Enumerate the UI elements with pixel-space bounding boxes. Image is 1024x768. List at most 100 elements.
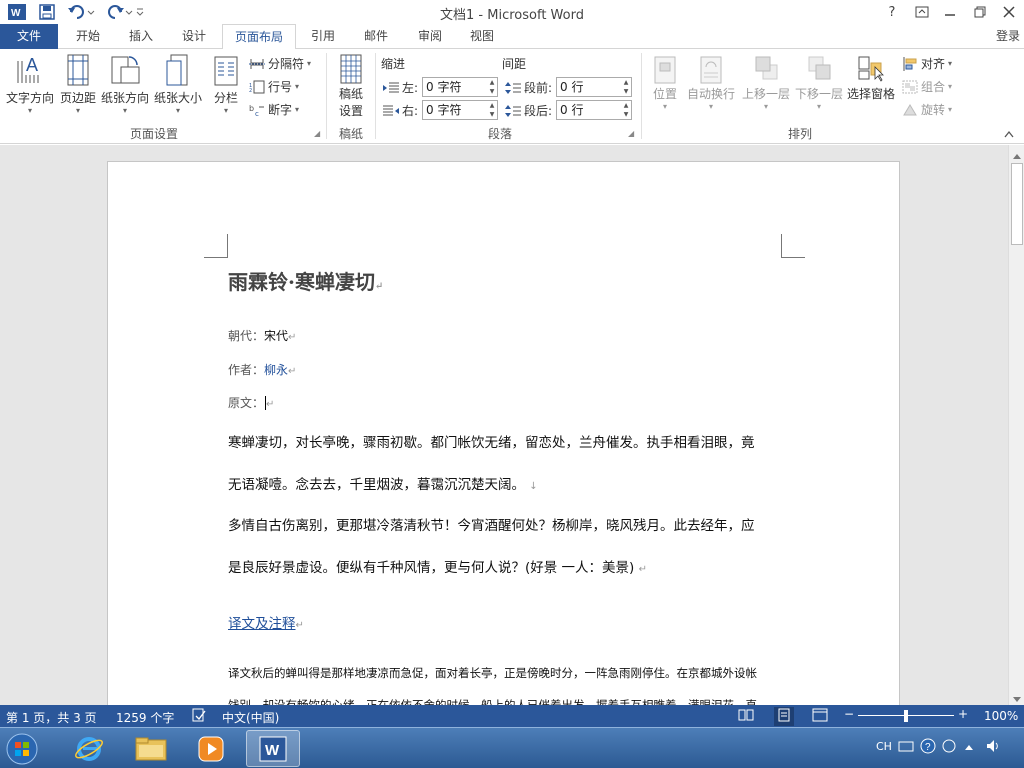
- align-button[interactable]: 对齐 ▾: [902, 55, 952, 72]
- ribbon-page-layout: A 文字方向 ▾ 页边距 ▾ 纸张方向 ▾ 纸张大小 ▾ 分栏 ▾ 分隔符 ▾ 1…: [0, 49, 1024, 144]
- position-label: 位置: [652, 87, 677, 101]
- page-setup-dialog-launcher-icon[interactable]: ◢: [314, 129, 320, 138]
- paragraph-dialog-launcher-icon[interactable]: ◢: [628, 129, 634, 138]
- web-layout-icon[interactable]: [812, 708, 828, 725]
- zoom-level[interactable]: 100%: [984, 709, 1018, 723]
- breaks-button[interactable]: 分隔符 ▾: [249, 55, 311, 72]
- spin-arrows-icon[interactable]: ▲ ▼: [621, 78, 631, 96]
- hyphenation-label: 断字: [268, 103, 293, 117]
- word-taskbar-icon[interactable]: W: [246, 730, 300, 767]
- start-button[interactable]: [0, 730, 44, 767]
- keyboard-icon[interactable]: [898, 739, 914, 756]
- indent-left-label: 左:: [383, 79, 418, 96]
- document-page[interactable]: 雨霖铃·寒蝉凄切↵ 朝代：宋代↵ 作者：柳永↵ 原文：​↵ 寒蝉凄切，对长亭晚，…: [107, 161, 900, 705]
- file-explorer-icon[interactable]: [124, 730, 178, 767]
- hyphenation-button[interactable]: bc 断字 ▾: [249, 101, 299, 118]
- taskbar: W CH ?: [0, 727, 1024, 768]
- tab-layout[interactable]: 页面布局: [222, 24, 296, 50]
- tab-references[interactable]: 引用: [300, 24, 346, 49]
- vertical-scrollbar[interactable]: [1008, 145, 1024, 705]
- word-count[interactable]: 1259 个字: [116, 709, 174, 726]
- close-button[interactable]: [997, 2, 1021, 22]
- wrap-text-button[interactable]: 自动换行 ▾: [684, 53, 738, 111]
- margins-label: 页边距: [59, 91, 96, 105]
- bring-forward-button[interactable]: 上移一层 ▾: [740, 53, 792, 111]
- orientation-button[interactable]: 纸张方向 ▾: [100, 53, 150, 115]
- rotate-label: 旋转: [921, 103, 946, 117]
- document-area: 雨霖铃·寒蝉凄切↵ 朝代：宋代↵ 作者：柳永↵ 原文：​↵ 寒蝉凄切，对长亭晚，…: [0, 145, 1008, 705]
- indent-right-input[interactable]: 0 字符 ▲ ▼: [422, 100, 498, 120]
- translation-line-2: 饯别，却没有畅饮的心绪，正在依依不舍的时候，船上的人已催着出发。握着手互相瞧着，…: [228, 698, 757, 705]
- spin-arrows-icon[interactable]: ▲ ▼: [621, 101, 631, 119]
- manuscript-settings-button[interactable]: 稿纸 设置: [332, 53, 370, 119]
- spacing-after-input[interactable]: 0 行 ▲ ▼: [556, 100, 632, 120]
- zoom-in-button[interactable]: +: [958, 707, 968, 721]
- section-link-line: 译文及注释↵: [228, 616, 304, 632]
- tray-overflow-icon[interactable]: [942, 738, 956, 757]
- login-link[interactable]: 登录: [992, 24, 1024, 49]
- size-button[interactable]: 纸张大小 ▾: [152, 53, 204, 115]
- spacing-before-icon: [505, 81, 521, 94]
- svg-text:A: A: [26, 55, 38, 75]
- arrange-group-label: 排列: [787, 127, 812, 141]
- ribbon-display-options-icon[interactable]: [910, 2, 934, 22]
- line-numbers-icon: 12: [249, 80, 265, 94]
- manuscript-label-2: 设置: [338, 104, 363, 118]
- line-numbers-button[interactable]: 12 行号 ▾: [249, 78, 299, 95]
- ime-indicator[interactable]: CH: [876, 740, 892, 753]
- tab-home[interactable]: 开始: [64, 24, 112, 49]
- columns-icon: [214, 56, 238, 86]
- spin-arrows-icon[interactable]: ▲ ▼: [487, 78, 497, 96]
- group-button[interactable]: 组合 ▾: [902, 78, 952, 95]
- selection-pane-label: 选择窗格: [846, 87, 895, 101]
- columns-button[interactable]: 分栏 ▾: [208, 53, 244, 115]
- show-hidden-icons[interactable]: [964, 741, 974, 754]
- scroll-up-icon[interactable]: [1012, 149, 1022, 163]
- svg-text:W: W: [265, 742, 280, 759]
- tab-view[interactable]: 视图: [458, 24, 506, 49]
- tab-insert[interactable]: 插入: [116, 24, 166, 49]
- bring-forward-icon: [755, 56, 778, 80]
- scroll-thumb[interactable]: [1011, 163, 1023, 245]
- spin-arrows-icon[interactable]: ▲ ▼: [487, 101, 497, 119]
- selection-pane-button[interactable]: 选择窗格: [846, 53, 896, 102]
- print-layout-icon[interactable]: [774, 707, 794, 726]
- position-button[interactable]: 位置 ▾: [648, 53, 682, 111]
- author-line: 作者：柳永↵: [228, 363, 297, 377]
- margins-button[interactable]: 页边距 ▾: [58, 53, 98, 115]
- selection-pane-icon: [858, 56, 884, 82]
- media-player-icon[interactable]: [184, 730, 238, 767]
- ribbon-tabs: 文件 开始 插入 设计 页面布局 引用 邮件 审阅 视图 登录: [0, 24, 1024, 50]
- zoom-slider-thumb[interactable]: [904, 710, 908, 722]
- read-mode-icon[interactable]: [738, 708, 754, 725]
- spacing-after-icon: [505, 104, 521, 117]
- minimize-button[interactable]: [938, 2, 962, 22]
- author-link[interactable]: 柳永: [264, 363, 288, 377]
- tab-mailings[interactable]: 邮件: [352, 24, 400, 49]
- page-setup-group-label: 页面设置: [129, 127, 178, 141]
- separator: [326, 53, 327, 139]
- text-direction-button[interactable]: A 文字方向 ▾: [4, 53, 56, 115]
- send-backward-button[interactable]: 下移一层 ▾: [794, 53, 844, 111]
- ie-browser-icon[interactable]: [62, 730, 116, 767]
- dynasty-line: 朝代：宋代↵: [228, 329, 297, 343]
- volume-icon[interactable]: [986, 739, 1002, 756]
- breaks-label: 分隔符: [268, 57, 305, 71]
- svg-text:c: c: [255, 110, 259, 117]
- indent-left-input[interactable]: 0 字符 ▲ ▼: [422, 77, 498, 97]
- help-button[interactable]: ?: [880, 2, 904, 22]
- help-tray-icon[interactable]: ?: [920, 738, 936, 757]
- spacing-before-input[interactable]: 0 行 ▲ ▼: [556, 77, 632, 97]
- tab-design[interactable]: 设计: [170, 24, 218, 49]
- collapse-ribbon-icon[interactable]: [1004, 127, 1014, 141]
- restore-button[interactable]: [968, 2, 992, 22]
- page-count[interactable]: 第 1 页，共 3 页: [6, 709, 97, 726]
- text-direction-icon: A: [17, 55, 39, 83]
- zoom-out-button[interactable]: −: [844, 707, 854, 721]
- translation-notes-link[interactable]: 译文及注释: [228, 616, 296, 632]
- proofing-icon[interactable]: [192, 708, 206, 725]
- language-indicator[interactable]: 中文(中国): [222, 709, 279, 726]
- tab-review[interactable]: 审阅: [406, 24, 454, 49]
- tab-file[interactable]: 文件: [0, 24, 58, 49]
- rotate-button[interactable]: 旋转 ▾: [902, 101, 952, 118]
